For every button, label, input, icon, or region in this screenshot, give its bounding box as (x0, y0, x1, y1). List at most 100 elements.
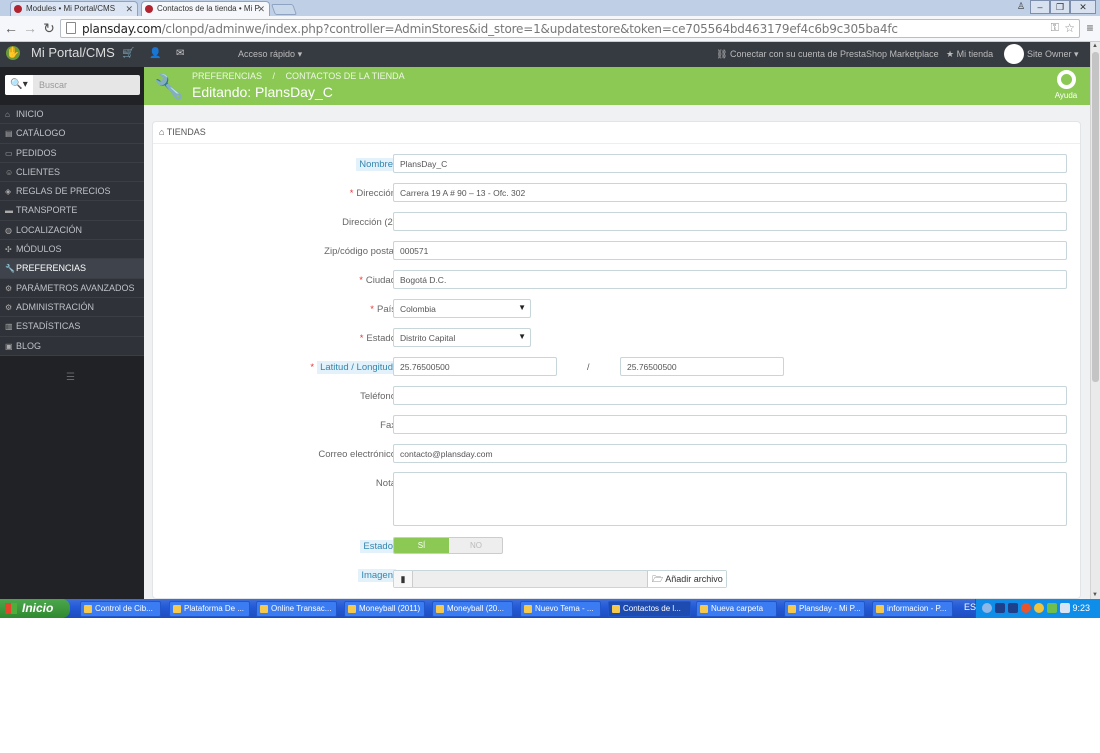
folder-icon (348, 605, 356, 613)
sidebar-item-administracion[interactable]: ⚙ ADMINISTRACIÓN (0, 297, 144, 318)
back-arrow-icon[interactable]: ← (3, 20, 19, 36)
taskbar-item[interactable]: Moneyball (2011) (344, 601, 425, 617)
estado-region-label: * Estado (360, 333, 396, 344)
sidebar-item-reglas-de-precios[interactable]: ◈ REGLAS DE PRECIOS (0, 182, 144, 202)
start-button[interactable]: Inicio (0, 599, 70, 618)
taskbar-item[interactable]: Online Transac... (256, 601, 337, 617)
admin-brand[interactable]: Mi Portal/CMS (31, 45, 115, 60)
sidebar-item-label: PARÁMETROS AVANZADOS (16, 282, 135, 293)
telefono-input[interactable] (393, 386, 1067, 405)
toggle-off[interactable]: NO (449, 538, 502, 553)
marketplace-link[interactable]: ⛓ Conectar con su cuenta de PrestaShop M… (716, 49, 939, 60)
breadcrumb-item[interactable]: CONTACTOS DE LA TIENDA (286, 71, 405, 81)
sidebar-item-catalogo[interactable]: ▤ CATÁLOGO (0, 124, 144, 144)
taskbar-item[interactable]: Nuevo Tema - ... (520, 601, 601, 617)
sidebar-item-blog[interactable]: ▣ BLOG (0, 336, 144, 356)
latitude-input[interactable]: 25.76500500 (393, 357, 557, 376)
reload-icon[interactable]: ↻ (41, 20, 57, 36)
add-file-button[interactable]: 🗁 Añadir archivo (647, 571, 726, 587)
help-button[interactable]: Ayuda (1052, 70, 1080, 100)
scroll-up-icon[interactable]: ▲ (1092, 43, 1098, 49)
page-scrollbar[interactable]: ▲ ▼ (1090, 42, 1100, 599)
direccion-input[interactable]: Carrera 19 A # 90 – 13 - Ofc. 302 (393, 183, 1067, 202)
required-marker: * (359, 275, 363, 286)
restore-icon[interactable]: ❐ (1050, 0, 1070, 14)
sidebar-item-localizacion[interactable]: ◍ LOCALIZACIÓN (0, 220, 144, 241)
avatar[interactable] (1004, 44, 1024, 64)
tray-icon[interactable] (982, 603, 992, 613)
prestashop-logo-icon[interactable]: ✋ (6, 46, 20, 60)
my-store-link[interactable]: ★ Mi tienda (946, 49, 993, 60)
taskbar-item[interactable]: informacion - P... (872, 601, 953, 617)
taskbar-item[interactable]: Contactos de l... (608, 601, 691, 617)
browser-tab-contactos[interactable]: Contactos de la tienda • Mi P ✕ (141, 1, 270, 16)
search-icon[interactable]: 🔍▾ (5, 75, 33, 95)
scroll-down-icon[interactable]: ▼ (1092, 592, 1098, 598)
window-close-icon[interactable]: ✕ (1070, 0, 1096, 14)
sidebar-item-clientes[interactable]: ☺ CLIENTES (0, 162, 144, 183)
bookmark-star-icon[interactable]: ☆ (1064, 21, 1075, 35)
sidebar: 🔍▾ Buscar ⌂ INICIO ▤ CATÁLOGO ▭ PEDIDOS ☺ CL… (0, 67, 144, 599)
address-bar[interactable]: plansday.com/clonpd/adminwe/index.php?co… (60, 19, 1080, 38)
user-icon[interactable]: ♙ (1014, 0, 1028, 14)
tray-icon[interactable] (995, 603, 1005, 613)
new-tab-button[interactable] (270, 4, 298, 15)
latlong-label: * Latitud / Longitud (310, 361, 396, 374)
tray-icon[interactable] (1047, 603, 1057, 613)
user-icon[interactable]: 👤 (149, 48, 161, 59)
close-tab-icon[interactable]: ✕ (257, 2, 265, 16)
cart-icon[interactable]: 🛒 (122, 48, 134, 59)
sidebar-item-label: INICIO (16, 109, 44, 119)
taskbar-item[interactable]: Plansday - Mi P... (784, 601, 865, 617)
language-indicator[interactable]: ES (964, 602, 976, 612)
app-icon (84, 605, 92, 613)
taskbar-item[interactable]: Moneyball (20... (432, 601, 513, 617)
sidebar-search[interactable]: 🔍▾ Buscar (5, 75, 140, 95)
imagen-upload[interactable]: ▮ 🗁 Añadir archivo (393, 570, 727, 588)
sidebar-item-pedidos[interactable]: ▭ PEDIDOS (0, 143, 144, 163)
tray-icon[interactable] (1034, 603, 1044, 613)
sidebar-item-estadisticas[interactable]: ▥ ESTADÍSTICAS (0, 317, 144, 337)
minimize-icon[interactable]: – (1030, 0, 1050, 14)
pais-select[interactable]: Colombia ▼ (393, 299, 531, 318)
wrench-icon: 🔧 (154, 74, 184, 101)
envelope-icon[interactable]: ✉ (176, 48, 184, 59)
breadcrumb: PREFERENCIAS / CONTACTOS DE LA TIENDA (192, 71, 413, 81)
nombre-input[interactable]: PlansDay_C (393, 154, 1067, 173)
breadcrumb-item[interactable]: PREFERENCIAS (192, 71, 262, 81)
taskbar-item[interactable]: Plataforma De ... (169, 601, 250, 617)
estado-toggle[interactable]: SÍ NO (393, 537, 503, 554)
sidebar-item-inicio[interactable]: ⌂ INICIO (0, 105, 144, 125)
sidebar-item-modulos[interactable]: ✣ MÓDULOS (0, 240, 144, 260)
taskbar-item[interactable]: Control de Cib... (80, 601, 161, 617)
taskbar-item[interactable]: Nueva carpeta (696, 601, 777, 617)
menu-icon[interactable]: ≡ (1082, 20, 1098, 36)
zip-input[interactable]: 000571 (393, 241, 1067, 260)
toggle-on[interactable]: SÍ (394, 538, 449, 553)
scrollbar-thumb[interactable] (1092, 52, 1099, 382)
tray-icon[interactable] (1021, 603, 1031, 613)
browser-tab-modules[interactable]: Modules • Mi Portal/CMS ✕ (10, 1, 138, 16)
estado-region-select[interactable]: Distrito Capital ▼ (393, 328, 531, 347)
tray-icon[interactable] (1060, 603, 1070, 613)
sidebar-item-transporte[interactable]: ▬ TRANSPORTE (0, 201, 144, 221)
forward-arrow-icon[interactable]: → (22, 20, 38, 36)
tray-icon[interactable] (1008, 603, 1018, 613)
search-input[interactable]: Buscar (39, 80, 67, 90)
collapse-menu-icon[interactable]: ☰ (66, 372, 75, 383)
close-tab-icon[interactable]: ✕ (125, 2, 133, 16)
ciudad-input[interactable]: Bogotá D.C. (393, 270, 1067, 289)
sidebar-item-preferencias[interactable]: 🔧PREFERENCIAS (0, 259, 144, 279)
longitude-input[interactable]: 25.76500500 (620, 357, 784, 376)
correo-input[interactable]: contacto@plansday.com (393, 444, 1067, 463)
nota-textarea[interactable] (393, 472, 1067, 526)
key-icon[interactable]: ⚿ (1051, 22, 1059, 35)
clock[interactable]: 9:23 (1072, 603, 1090, 613)
fax-input[interactable] (393, 415, 1067, 434)
employee-menu[interactable]: Site Owner ▾ (1027, 49, 1079, 60)
direccion2-input[interactable] (393, 212, 1067, 231)
life-ring-icon (1056, 70, 1076, 89)
sidebar-item-parametros-avanzados[interactable]: ⚙ PARÁMETROS AVANZADOS (0, 278, 144, 298)
quick-access-menu[interactable]: Acceso rápido ▾ (238, 49, 302, 60)
credit-card-icon: ▭ (5, 148, 13, 158)
